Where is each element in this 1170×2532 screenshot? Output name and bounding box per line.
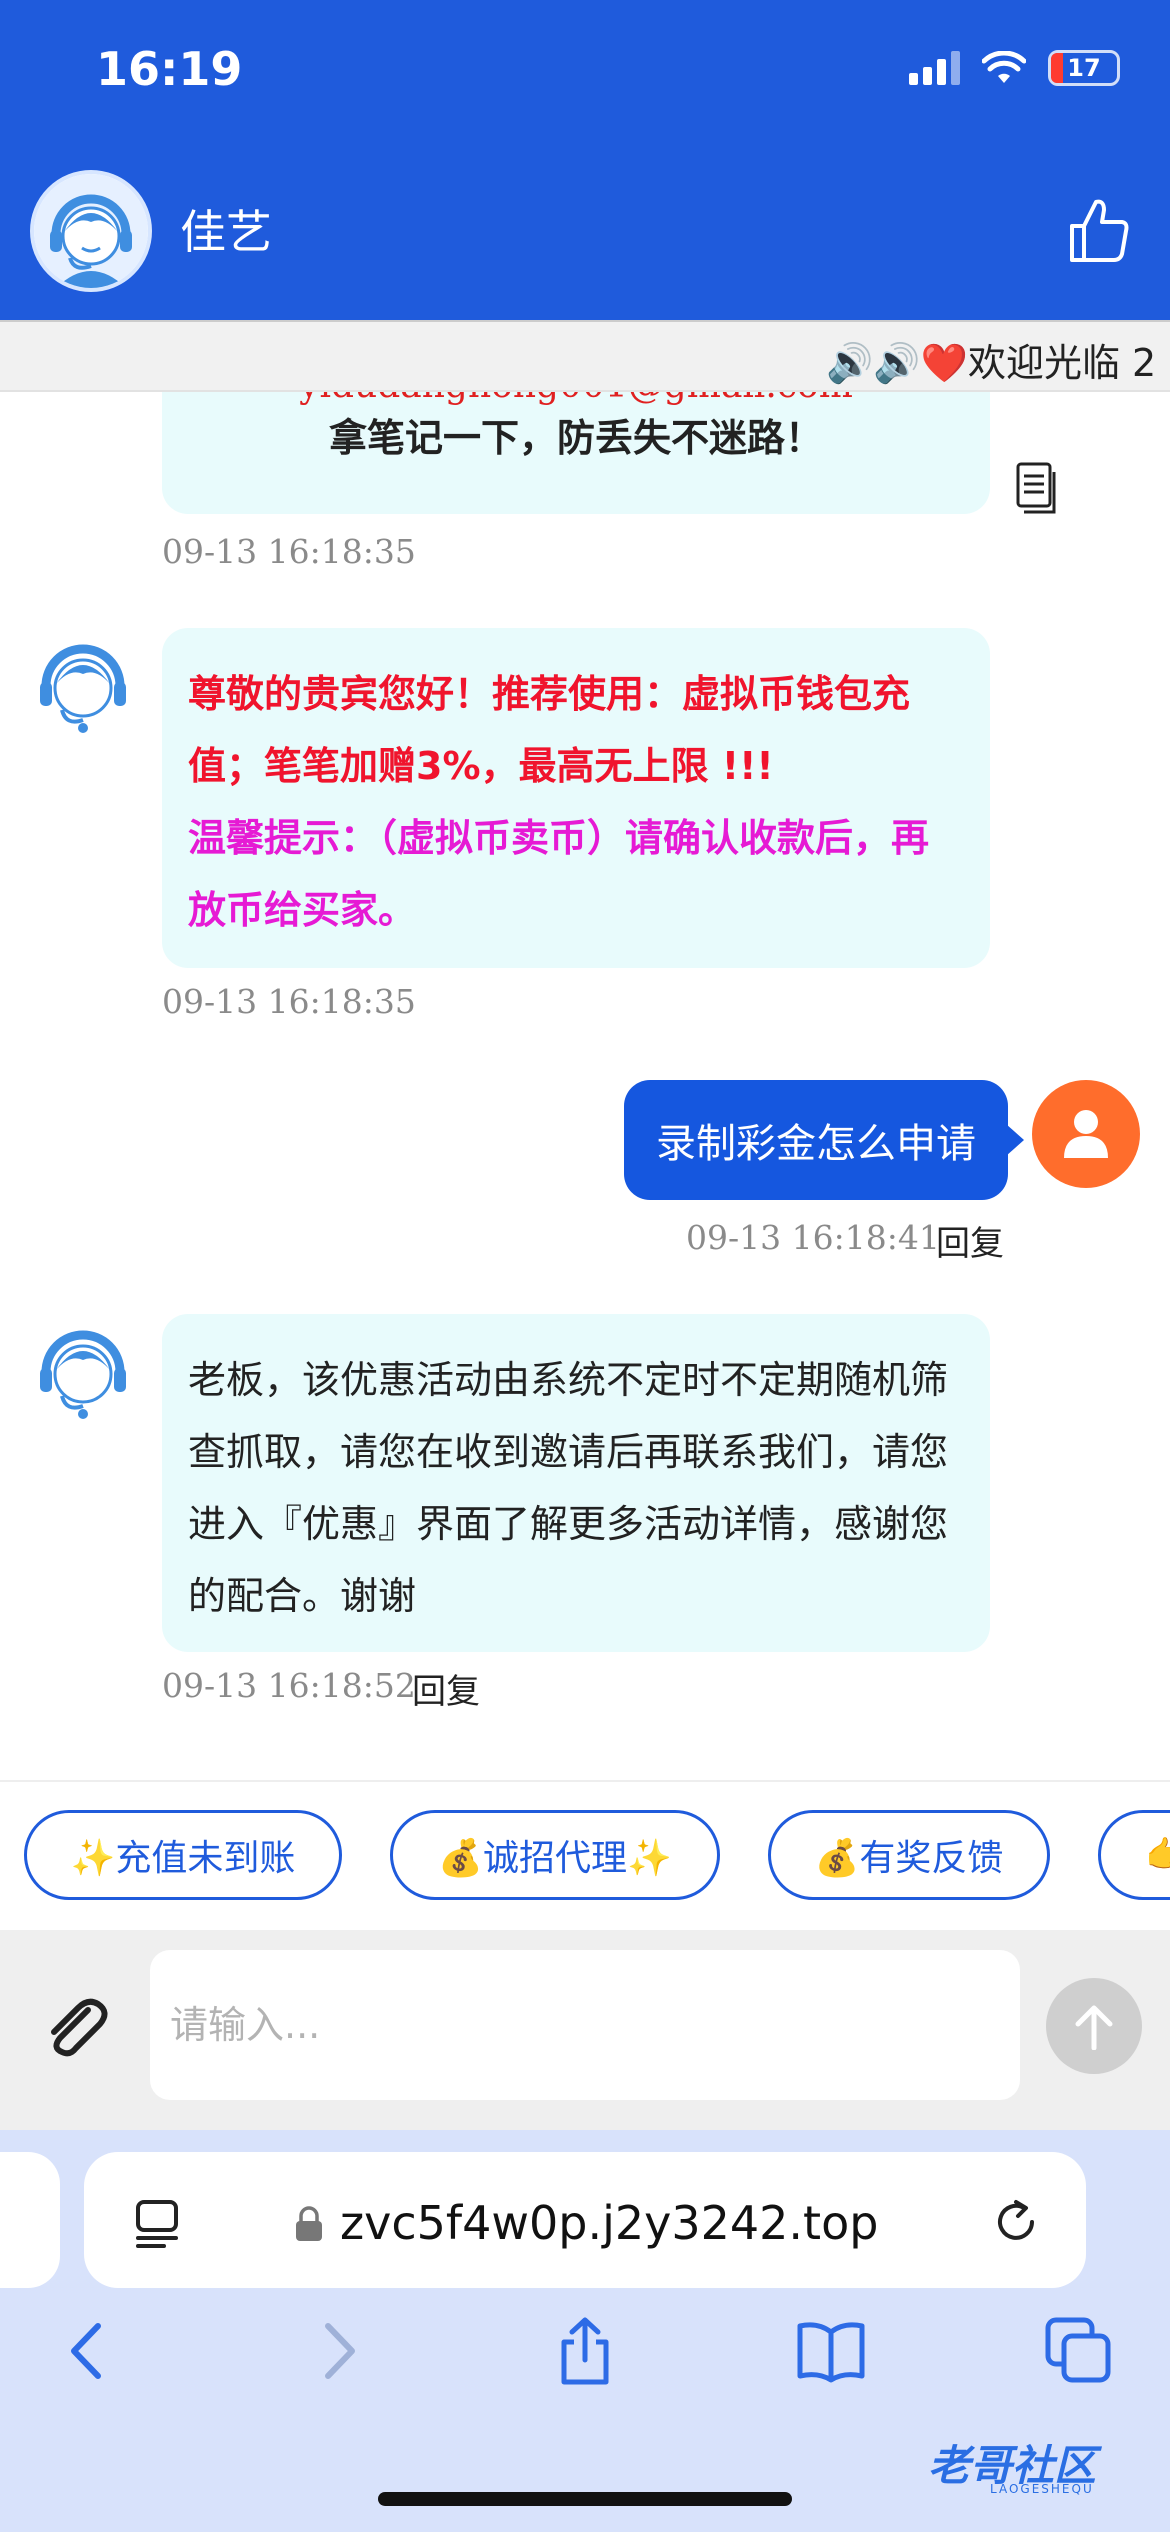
watermark-subtitle: LAOGESHEQU	[990, 2482, 1094, 2496]
battery-icon: 17	[1048, 50, 1120, 86]
message-composer: 请输入...	[0, 1930, 1170, 2130]
reload-icon[interactable]	[990, 2196, 1042, 2248]
promo-text: 尊敬的贵宾您好！推荐使用：虚拟币钱包充值；笔笔加赠3%，最高无上限 !!!	[188, 672, 911, 788]
forward-icon[interactable]	[304, 2316, 374, 2386]
lock-icon	[296, 2206, 322, 2241]
message-bubble: yidudanghong001@gmail.com 拿笔记一下，防丢失不迷路！	[162, 392, 990, 514]
status-time: 16:19	[96, 42, 243, 96]
message-bubble: 尊敬的贵宾您好！推荐使用：虚拟币钱包充值；笔笔加赠3%，最高无上限 !!! 温馨…	[162, 628, 990, 968]
announcement-text: 🔊🔊❤️欢迎光临 2	[826, 341, 1157, 385]
chat-area[interactable]: yidudanghong001@gmail.com 拿笔记一下，防丢失不迷路！ …	[0, 392, 1170, 1780]
back-icon[interactable]	[52, 2316, 122, 2386]
quick-reply-recharge[interactable]: ✨充值未到账	[24, 1810, 342, 1900]
quick-reply-agent[interactable]: 💰诚招代理✨	[390, 1810, 720, 1900]
send-button[interactable]	[1046, 1978, 1142, 2074]
home-indicator	[378, 2492, 792, 2506]
arrow-up-icon	[1075, 2005, 1113, 2050]
partial-email: yidudanghong001@gmail.com	[188, 392, 964, 406]
bookmarks-icon[interactable]	[796, 2316, 866, 2386]
page-menu-icon[interactable]	[134, 2198, 180, 2248]
user-message-bubble: 录制彩金怎么申请	[624, 1080, 1024, 1200]
agent-avatar-icon	[28, 1314, 138, 1424]
message-input[interactable]: 请输入...	[150, 1950, 1020, 2100]
quick-replies: ✨充值未到账 💰诚招代理✨ 💰有奖反馈 👉	[0, 1780, 1170, 1930]
cellular-signal-icon	[909, 51, 960, 85]
thumbs-up-icon[interactable]	[1068, 196, 1130, 264]
url-text: zvc5f4w0p.j2y3242.top	[340, 2196, 879, 2250]
user-avatar	[1032, 1080, 1140, 1188]
copy-icon[interactable]	[1014, 462, 1058, 514]
tabs-overview-icon[interactable]	[1044, 2316, 1114, 2386]
reply-link[interactable]: 回复	[936, 1216, 1004, 1265]
user-icon	[1064, 1110, 1108, 1158]
agent-avatar-icon	[28, 628, 138, 738]
status-icons: 17	[909, 50, 1120, 86]
message-text: 拿笔记一下，防丢失不迷路！	[328, 416, 823, 460]
message-timestamp: 09-13 16:18:35	[162, 532, 416, 571]
message-timestamp: 09-13 16:18:41	[686, 1218, 940, 1257]
message-bubble: 老板，该优惠活动由系统不定时不定期随机筛查抓取，请您在收到邀请后再联系我们，请您…	[162, 1314, 990, 1652]
agent-name: 佳艺	[180, 205, 272, 259]
agent-avatar[interactable]	[30, 170, 152, 292]
quick-reply-feedback[interactable]: 💰有奖反馈	[768, 1810, 1050, 1900]
attachment-icon[interactable]	[36, 1990, 116, 2070]
browser-chrome: zvc5f4w0p.j2y3242.top 老哥社区 LAOGESHEQU	[0, 2130, 1170, 2532]
warning-text: 温馨提示：（虚拟币卖币）请确认收款后，再放币给买家。	[188, 816, 930, 932]
app-header: 16:19 17 佳艺	[0, 0, 1170, 320]
message-timestamp: 09-13 16:18:35	[162, 982, 416, 1021]
quick-reply-more[interactable]: 👉	[1098, 1810, 1170, 1900]
wifi-icon	[982, 51, 1026, 83]
announcement-marquee: 🔊🔊❤️欢迎光临 2	[0, 320, 1170, 392]
previous-tab-peek[interactable]	[0, 2152, 60, 2288]
reply-link[interactable]: 回复	[412, 1664, 480, 1713]
address-bar[interactable]: zvc5f4w0p.j2y3242.top	[84, 2152, 1086, 2288]
message-timestamp: 09-13 16:18:52	[162, 1666, 416, 1705]
share-icon[interactable]	[550, 2316, 620, 2386]
